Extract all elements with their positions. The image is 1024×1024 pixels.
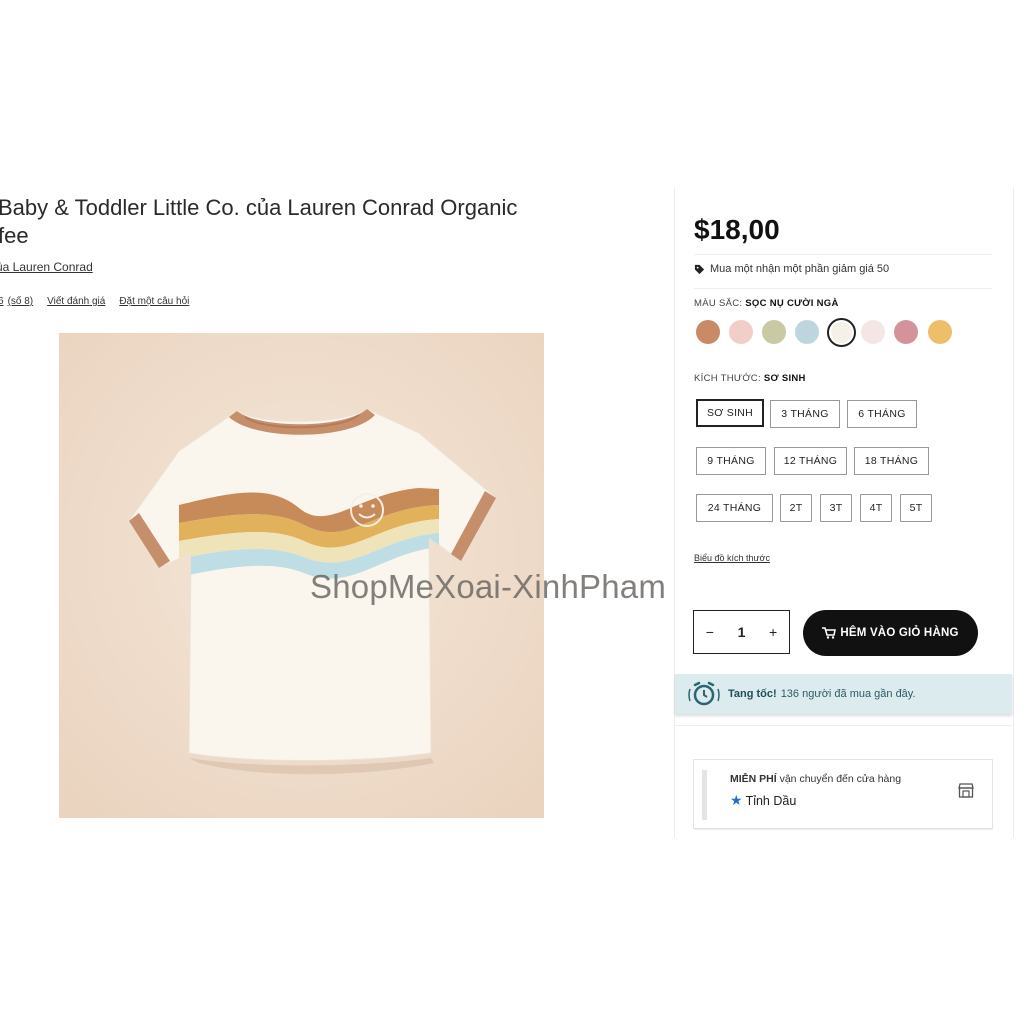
store-name: Tỉnh Dầu [745,793,797,808]
size-option-5t[interactable]: 5T [900,494,932,522]
review-bar: 6 (số 8) Viết đánh giá Đặt một câu hỏi [0,296,189,307]
size-option-12-thang[interactable]: 12 THÁNG [774,447,847,475]
color-swatch-2[interactable] [729,320,753,344]
promo-bold: Tang tốc! [728,688,777,700]
divider [694,254,992,255]
size-option-3-thang[interactable]: 3 THÁNG [770,400,840,428]
size-label: KÍCH THƯỚC: SƠ SINH [694,373,806,384]
shipping-text: vận chuyển đến cửa hàng [779,773,902,785]
tag-icon [694,264,705,274]
qty-value[interactable]: 1 [731,624,751,640]
qty-increase-button[interactable]: + [763,624,783,640]
divider [694,829,992,830]
alarm-clock-icon [688,681,720,706]
shipping-free-label: MIỄN PHÍ [730,773,777,785]
promo-banner: Tang tốc! 136 người đã mua gần đây. [675,674,1012,714]
color-swatch-7[interactable] [894,320,918,344]
brand-link[interactable]: ủa Lauren Conrad [0,260,93,274]
color-swatch-selected[interactable] [827,318,856,347]
size-selected-value: SƠ SINH [763,373,806,384]
write-review-link[interactable]: Viết đánh giá [47,296,105,307]
size-option-6-thang[interactable]: 6 THÁNG [847,400,917,428]
qty-decrease-button[interactable]: − [700,624,720,640]
rating-count[interactable]: (số 8) [8,296,34,307]
size-option-2t[interactable]: 2T [780,494,812,522]
add-to-cart-label: HÊM VÀO GIỎ HÀNG [840,627,959,639]
watermark-text: ShopMeXoai-XinhPham [310,568,667,605]
add-to-cart-button[interactable]: HÊM VÀO GIỎ HÀNG [803,610,978,656]
price: $18,00 [694,214,780,245]
color-label: MÀU SẮC: SỌC NỤ CƯỜI NGÀ [694,298,839,309]
product-title: Baby & Toddler Little Co. của Lauren Con… [0,195,518,248]
ask-question-link[interactable]: Đặt một câu hỏi [119,296,189,307]
offer-line[interactable]: Mua một nhận một phần giảm giá 50 [694,263,889,275]
rating-value[interactable]: 6 [0,296,4,307]
size-option-24-thang[interactable]: 24 THÁNG [696,494,773,522]
offer-text: Mua một nhận một phần giảm giá 50 [710,263,890,275]
divider [675,725,1012,726]
color-swatch-1[interactable] [696,320,720,344]
cart-icon [822,627,837,639]
size-option-3t[interactable]: 3T [820,494,852,522]
color-selected-value: SỌC NỤ CƯỜI NGÀ [745,298,839,309]
shipping-option-bar [702,770,707,820]
shipping-store[interactable]: ★ Tỉnh Dầu [730,792,796,809]
color-label-text: MÀU SẮC: [694,298,743,309]
star-icon: ★ [730,792,743,808]
shipping-description: MIỄN PHÍ vận chuyển đến cửa hàng [730,773,901,785]
divider [694,288,992,289]
size-option-18-thang[interactable]: 18 THÁNG [854,447,929,475]
store-icon [958,783,974,798]
size-option-so-sinh[interactable]: SƠ SINH [696,399,764,427]
color-swatch-8[interactable] [928,320,952,344]
size-chart-link[interactable]: Biểu đồ kích thước [694,553,770,563]
size-option-9-thang[interactable]: 9 THÁNG [696,447,766,475]
quantity-stepper: − 1 + [693,610,790,654]
color-swatch-3[interactable] [762,320,786,344]
color-swatch-4[interactable] [795,320,819,344]
promo-text: 136 người đã mua gần đây. [780,688,916,700]
color-swatch-6[interactable] [861,320,885,344]
size-label-text: KÍCH THƯỚC: [694,373,761,384]
size-option-4t[interactable]: 4T [860,494,892,522]
